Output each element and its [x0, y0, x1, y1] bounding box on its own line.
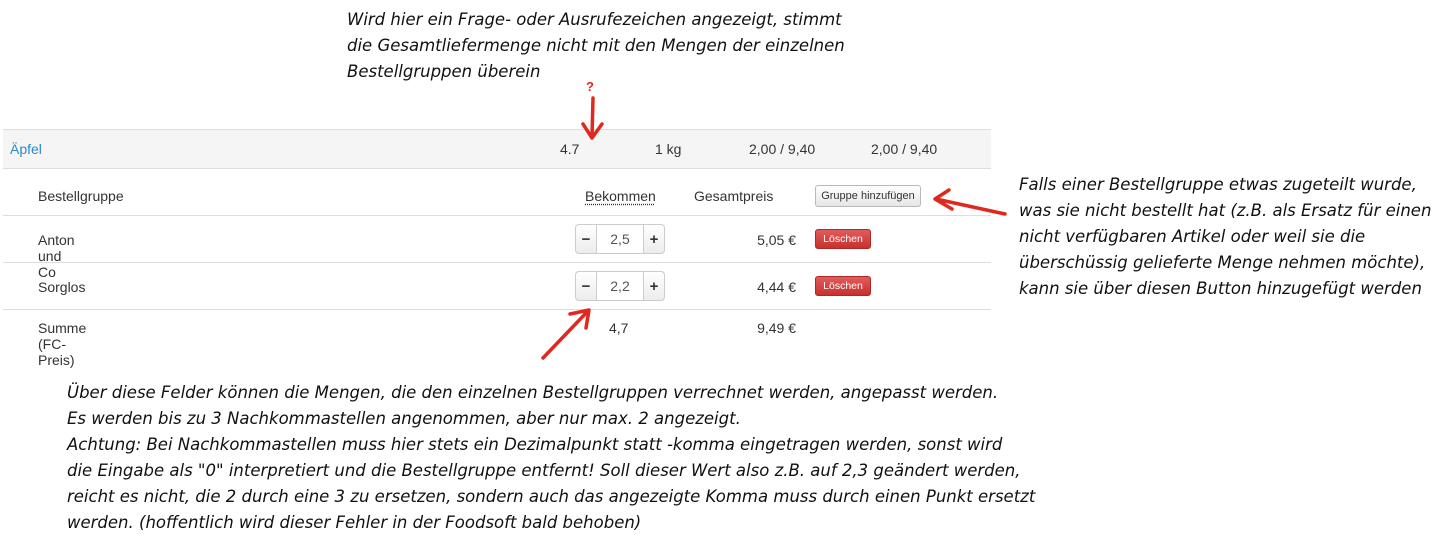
delete-button[interactable]: Löschen: [815, 276, 871, 296]
article-row: Äpfel 4.7 1 kg 2,00 / 9,40 2,00 / 9,40: [3, 129, 991, 169]
decrement-button[interactable]: −: [575, 271, 597, 301]
delete-button[interactable]: Löschen: [815, 229, 871, 249]
annotation-line: nicht verfügbaren Artikel oder weil sie …: [1019, 227, 1366, 246]
article-price: 2,00 / 9,40: [749, 141, 816, 157]
annotation-line: was sie nicht bestellt hat (z.B. als Ers…: [1019, 201, 1432, 220]
annotation-line: kann sie über diesen Button hinzugefügt …: [1019, 279, 1422, 298]
annotation-line: Achtung: Bei Nachkommastellen muss hier …: [67, 435, 1003, 454]
group-name: Anton und Co: [38, 232, 75, 280]
article-unit: 1 kg: [655, 141, 682, 157]
sum-label: Summe (FC-Preis): [38, 320, 87, 368]
increment-button[interactable]: +: [643, 271, 665, 301]
sum-price: 9,49 €: [757, 320, 796, 336]
annotation-line: Es werden bis zu 3 Nachkommastellen ange…: [67, 409, 741, 428]
add-group-button[interactable]: Gruppe hinzufügen: [815, 185, 921, 207]
divider: [3, 262, 991, 263]
increment-button[interactable]: +: [643, 224, 665, 254]
annotation-line: Bestellgruppen überein: [347, 62, 541, 81]
quantity-input[interactable]: 2,2: [597, 271, 643, 301]
mismatch-indicator: ?: [586, 79, 594, 94]
article-received: 4.7: [560, 141, 580, 157]
annotation-line: Über diese Felder können die Mengen, die…: [67, 383, 999, 402]
annotation-line: Falls einer Bestellgruppe etwas zugeteil…: [1019, 175, 1417, 194]
annotation-line: werden. (hoffentlich wird dieser Fehler …: [67, 513, 642, 532]
sum-received: 4,7: [609, 320, 629, 336]
group-total-price: 4,44 €: [757, 279, 796, 295]
quantity-stepper: − 2,2 +: [575, 271, 665, 301]
article-name-link[interactable]: Äpfel: [10, 141, 42, 157]
arrow-up-right-icon: [541, 308, 591, 360]
column-header-group: Bestellgruppe: [38, 188, 124, 204]
group-total-price: 5,05 €: [757, 232, 796, 248]
group-name: Sorglos: [38, 279, 86, 295]
annotation-line: reicht es nicht, die 2 durch eine 3 zu e…: [67, 487, 1036, 506]
divider: [3, 309, 991, 310]
annotation-line: die Eingabe als "0" interpretiert und di…: [67, 461, 1021, 480]
divider: [3, 215, 991, 216]
annotation-line: überschüssig gelieferte Menge nehmen möc…: [1019, 253, 1426, 272]
annotation-line: die Gesamtliefermenge nicht mit den Meng…: [347, 36, 845, 55]
column-header-total: Gesamtpreis: [694, 188, 774, 204]
annotation-right: Falls einer Bestellgruppe etwas zugeteil…: [1019, 172, 1431, 302]
quantity-stepper: − 2,5 +: [575, 224, 665, 254]
quantity-input[interactable]: 2,5: [597, 224, 643, 254]
annotation-bottom: Über diese Felder können die Mengen, die…: [67, 380, 1035, 536]
decrement-button[interactable]: −: [575, 224, 597, 254]
arrow-left-icon: [933, 188, 1007, 216]
annotation-top: Wird hier ein Frage- oder Ausrufezeichen…: [347, 7, 845, 85]
column-header-received: Bekommen: [585, 188, 656, 204]
annotation-line: Wird hier ein Frage- oder Ausrufezeichen…: [347, 10, 842, 29]
article-price: 2,00 / 9,40: [871, 141, 938, 157]
